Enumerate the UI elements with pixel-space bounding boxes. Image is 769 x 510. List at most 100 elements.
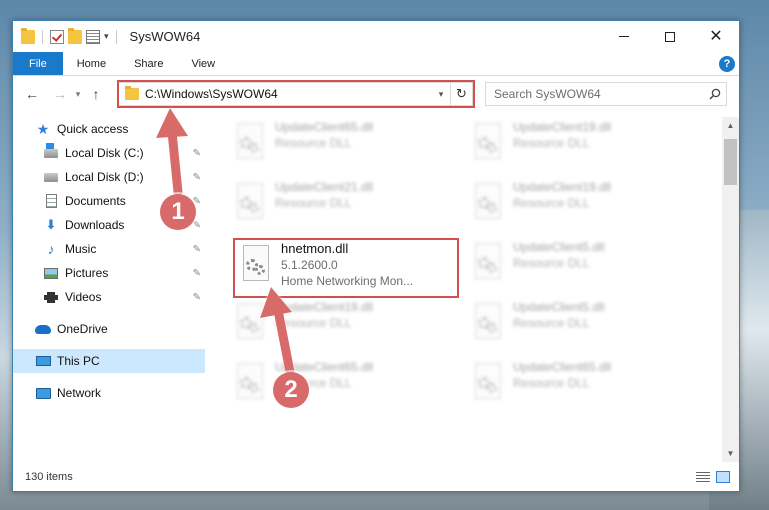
refresh-button[interactable]: ↻ <box>450 83 472 105</box>
dll-file-icon <box>473 123 503 161</box>
dll-file-icon <box>235 303 265 341</box>
file-name: UpdateClient19.dll <box>275 300 374 314</box>
navigation-bar: ← → ▾ ↑ C:\Windows\SysWOW64 ▾ ↻ <box>13 77 739 111</box>
pin-icon: ✎ <box>192 267 201 279</box>
file-type: Resource DLL <box>275 136 352 150</box>
minimize-button[interactable] <box>601 21 647 52</box>
sidebar-item-label: Music <box>65 242 97 256</box>
sidebar-item-label: Downloads <box>65 218 125 232</box>
close-button[interactable]: ✕ <box>693 21 739 52</box>
scroll-down-icon[interactable]: ▼ <box>722 445 739 462</box>
view-switcher <box>695 470 731 484</box>
tab-view[interactable]: View <box>177 52 229 75</box>
maximize-button[interactable] <box>647 21 693 52</box>
search-box[interactable] <box>485 82 727 106</box>
search-input[interactable] <box>486 87 704 101</box>
scroll-up-icon[interactable]: ▲ <box>722 117 739 134</box>
file-tile[interactable]: UpdateClient65.dll Resource DLL <box>235 119 455 171</box>
search-icon[interactable] <box>704 88 726 100</box>
address-path[interactable]: C:\Windows\SysWOW64 <box>145 87 432 101</box>
file-type: Resource DLL <box>513 136 590 150</box>
tab-file[interactable]: File <box>13 52 63 75</box>
file-tile[interactable]: UpdateClient5.dll Resource DLL <box>473 299 693 351</box>
step-1-badge: 1 <box>160 194 196 230</box>
sidebar-item-label: Local Disk (C:) <box>65 146 144 160</box>
file-tile[interactable]: UpdateClient21.dll Resource DLL <box>235 179 455 231</box>
tab-share[interactable]: Share <box>120 52 177 75</box>
dll-file-icon <box>473 183 503 221</box>
sidebar-item-label: OneDrive <box>57 322 108 336</box>
forward-button[interactable]: → <box>49 83 71 105</box>
quick-access-toolbar: ▾ <box>13 27 120 44</box>
title-bar: ▾ SysWOW64 ✕ <box>13 21 739 52</box>
close-icon: ✕ <box>709 27 723 45</box>
sidebar-item-music[interactable]: ♪ Music ✎ <box>13 237 205 261</box>
network-icon <box>35 386 51 400</box>
ribbon-tabs: File Home Share View ? <box>13 52 739 76</box>
file-tile[interactable]: UpdateClient19.dll Resource DLL <box>235 299 455 351</box>
sidebar-item-local-disk-c[interactable]: Local Disk (C:) ✎ <box>13 141 205 165</box>
file-tile[interactable]: UpdateClient65.dll Resource DLL <box>235 359 455 411</box>
file-tile[interactable]: UpdateClient65.dll Resource DLL <box>473 359 693 411</box>
sidebar-item-this-pc[interactable]: This PC <box>13 349 205 373</box>
refresh-icon: ↻ <box>456 86 467 101</box>
minimize-icon <box>619 36 629 37</box>
toolbar-separator <box>42 29 43 44</box>
file-name: UpdateClient65.dll <box>513 360 612 374</box>
file-description: Home Networking Mon... <box>281 274 414 288</box>
back-button[interactable]: ← <box>21 83 43 105</box>
sidebar-item-label: Documents <box>65 194 126 208</box>
vertical-scrollbar[interactable]: ▲ ▼ <box>722 117 739 462</box>
tiles-view-icon <box>716 471 730 483</box>
file-type: Resource DLL <box>513 196 590 210</box>
pin-icon: ✎ <box>192 243 201 255</box>
file-type: Resource DLL <box>513 316 590 330</box>
details-view-button[interactable] <box>695 470 711 484</box>
sidebar-item-label: Network <box>57 386 102 400</box>
sidebar-item-label: Local Disk (D:) <box>65 170 144 184</box>
pin-icon: ✎ <box>192 171 201 183</box>
file-tile[interactable]: UpdateClient5.dll Resource DLL <box>473 239 693 291</box>
drive-icon <box>43 170 59 184</box>
new-folder-icon[interactable] <box>68 27 82 44</box>
file-name: UpdateClient19.dll <box>513 120 612 134</box>
customize-toolbar-icon[interactable]: ▾ <box>104 31 109 42</box>
file-name: UpdateClient65.dll <box>275 120 374 134</box>
help-button[interactable]: ? <box>719 56 735 72</box>
sidebar-item-quick-access[interactable]: ★ Quick access <box>13 117 205 141</box>
window-title: SysWOW64 <box>129 29 201 44</box>
file-tile[interactable]: UpdateClient19.dll Resource DLL <box>473 119 693 171</box>
dll-file-icon <box>473 243 503 281</box>
scrollbar-thumb[interactable] <box>724 139 737 185</box>
recent-locations-button[interactable]: ▾ <box>71 83 85 105</box>
file-type: Resource DLL <box>275 196 352 210</box>
file-type: Resource DLL <box>513 376 590 390</box>
sidebar-item-onedrive[interactable]: OneDrive <box>13 317 205 341</box>
sidebar-item-label: Quick access <box>57 122 129 136</box>
step-2-badge: 2 <box>273 372 309 408</box>
file-tile-hnetmon[interactable]: hnetmon.dll 5.1.2600.0 Home Networking M… <box>241 241 461 297</box>
drive-icon <box>43 142 59 160</box>
sidebar-item-label: Videos <box>65 290 102 304</box>
tab-home[interactable]: Home <box>63 52 120 75</box>
sidebar-item-local-disk-d[interactable]: Local Disk (D:) ✎ <box>13 165 205 189</box>
sidebar-item-pictures[interactable]: Pictures ✎ <box>13 261 205 285</box>
properties-check-icon[interactable] <box>50 29 64 44</box>
file-tile[interactable]: UpdateClient19.dll Resource DLL <box>473 179 693 231</box>
sidebar-item-videos[interactable]: Videos ✎ <box>13 285 205 309</box>
tiles-view-button[interactable] <box>715 470 731 484</box>
pin-icon: ✎ <box>192 147 201 159</box>
downloads-icon: ⬇ <box>45 217 57 232</box>
maximize-icon <box>665 31 675 42</box>
address-bar[interactable]: C:\Windows\SysWOW64 ▾ ↻ <box>118 82 473 106</box>
up-button[interactable]: ↑ <box>85 83 107 105</box>
address-dropdown-icon[interactable]: ▾ <box>432 89 450 100</box>
properties-icon[interactable] <box>86 29 100 44</box>
navigation-pane: ★ Quick access Local Disk (C:) ✎ Local D… <box>13 117 205 462</box>
music-icon: ♪ <box>47 241 55 257</box>
pictures-icon <box>43 266 59 280</box>
dll-file-icon <box>241 245 271 283</box>
sidebar-item-network[interactable]: Network <box>13 381 205 405</box>
back-arrow-icon: ← <box>25 86 39 102</box>
